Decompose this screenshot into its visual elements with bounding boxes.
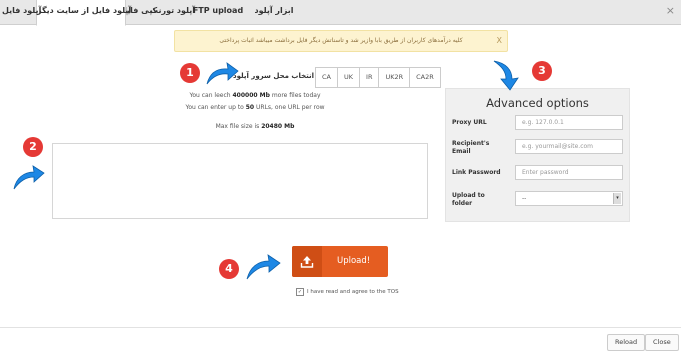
upload-button[interactable]: Upload! (292, 246, 388, 277)
notice-text: کلیه درآمدهای کاربران از طریق بابا وازیر… (219, 37, 463, 44)
annotation-badge-4: 4 (219, 259, 239, 279)
tab-file-upload[interactable]: آپلود فایل (2, 0, 41, 24)
tab-remote-upload[interactable]: آپلود فایل از سایت دیگر (36, 0, 131, 26)
email-label: Recipient's Email (452, 140, 490, 155)
tos-row: ✓ I have read and agree to the TOS (296, 288, 399, 296)
annotation-arrow-3-icon (493, 60, 519, 91)
upload-icon (292, 246, 322, 277)
advanced-options-title: Advanced options (486, 96, 589, 110)
max-size-prefix: Max file size is (215, 123, 262, 130)
notice-banner: کلیه درآمدهای کاربران از طریق بابا وازیر… (174, 30, 508, 52)
server-selector: CA UK IR UK2R CA2R (315, 67, 441, 88)
annotation-arrow-2-icon (13, 165, 45, 190)
leech-info: You can leech 400000 Mb more files today (150, 92, 360, 99)
annotation-badge-1: 1 (180, 63, 200, 83)
annotation-arrow-4-icon (246, 254, 281, 280)
urls-suffix: URLs, one URL per row (254, 104, 325, 111)
tos-checkbox[interactable]: ✓ (296, 288, 304, 296)
folder-select[interactable]: -- ▾ (515, 191, 623, 206)
leech-suffix: more files today (269, 92, 321, 99)
advanced-options-panel: Advanced options Proxy URL e.g. 127.0.0.… (445, 88, 630, 222)
annotation-badge-2: 2 (23, 137, 43, 157)
folder-select-value: -- (522, 195, 527, 202)
close-button[interactable]: Close (645, 334, 679, 351)
tab-bar: ابزار آپلود FTP upload آپلود تورنت کپی ف… (0, 0, 681, 26)
proxy-input[interactable]: e.g. 127.0.0.1 (515, 115, 623, 130)
urls-info: You can enter up to 50 URLs, one URL per… (150, 104, 360, 111)
annotation-badge-3: 3 (532, 61, 552, 81)
folder-label: Upload to folder (452, 192, 485, 207)
tab-upload-tools[interactable]: ابزار آپلود (245, 0, 303, 24)
server-option-ir[interactable]: IR (359, 67, 380, 88)
leech-value: 400000 Mb (232, 92, 270, 99)
leech-prefix: You can leech (189, 92, 233, 99)
server-label: انتخاب محل سرور آپلود (233, 72, 315, 80)
tab-ftp-upload[interactable]: FTP upload (190, 0, 246, 24)
max-size-value: 20480 Mb (261, 123, 295, 130)
password-input[interactable]: Enter password (515, 165, 623, 180)
close-icon[interactable]: × (666, 4, 675, 17)
annotation-arrow-1-icon (206, 62, 239, 85)
proxy-label: Proxy URL (452, 119, 487, 126)
banner-close-icon[interactable]: X (497, 31, 502, 51)
server-option-uk2r[interactable]: UK2R (378, 67, 411, 88)
email-input[interactable]: e.g. yourmail@site.com (515, 139, 623, 154)
password-label: Link Password (452, 169, 501, 176)
max-size-info: Max file size is 20480 Mb (150, 123, 360, 130)
chevron-down-icon: ▾ (613, 193, 621, 204)
urls-textarea[interactable] (52, 143, 428, 219)
footer-divider (0, 327, 681, 328)
server-option-ca2r[interactable]: CA2R (409, 67, 441, 88)
server-option-uk[interactable]: UK (337, 67, 361, 88)
server-option-ca[interactable]: CA (315, 67, 338, 88)
reload-button[interactable]: Reload (607, 334, 646, 351)
tos-label: I have read and agree to the TOS (307, 289, 399, 295)
urls-prefix: You can enter up to (185, 104, 246, 111)
upload-button-label: Upload! (337, 256, 371, 266)
urls-value: 50 (245, 104, 255, 111)
